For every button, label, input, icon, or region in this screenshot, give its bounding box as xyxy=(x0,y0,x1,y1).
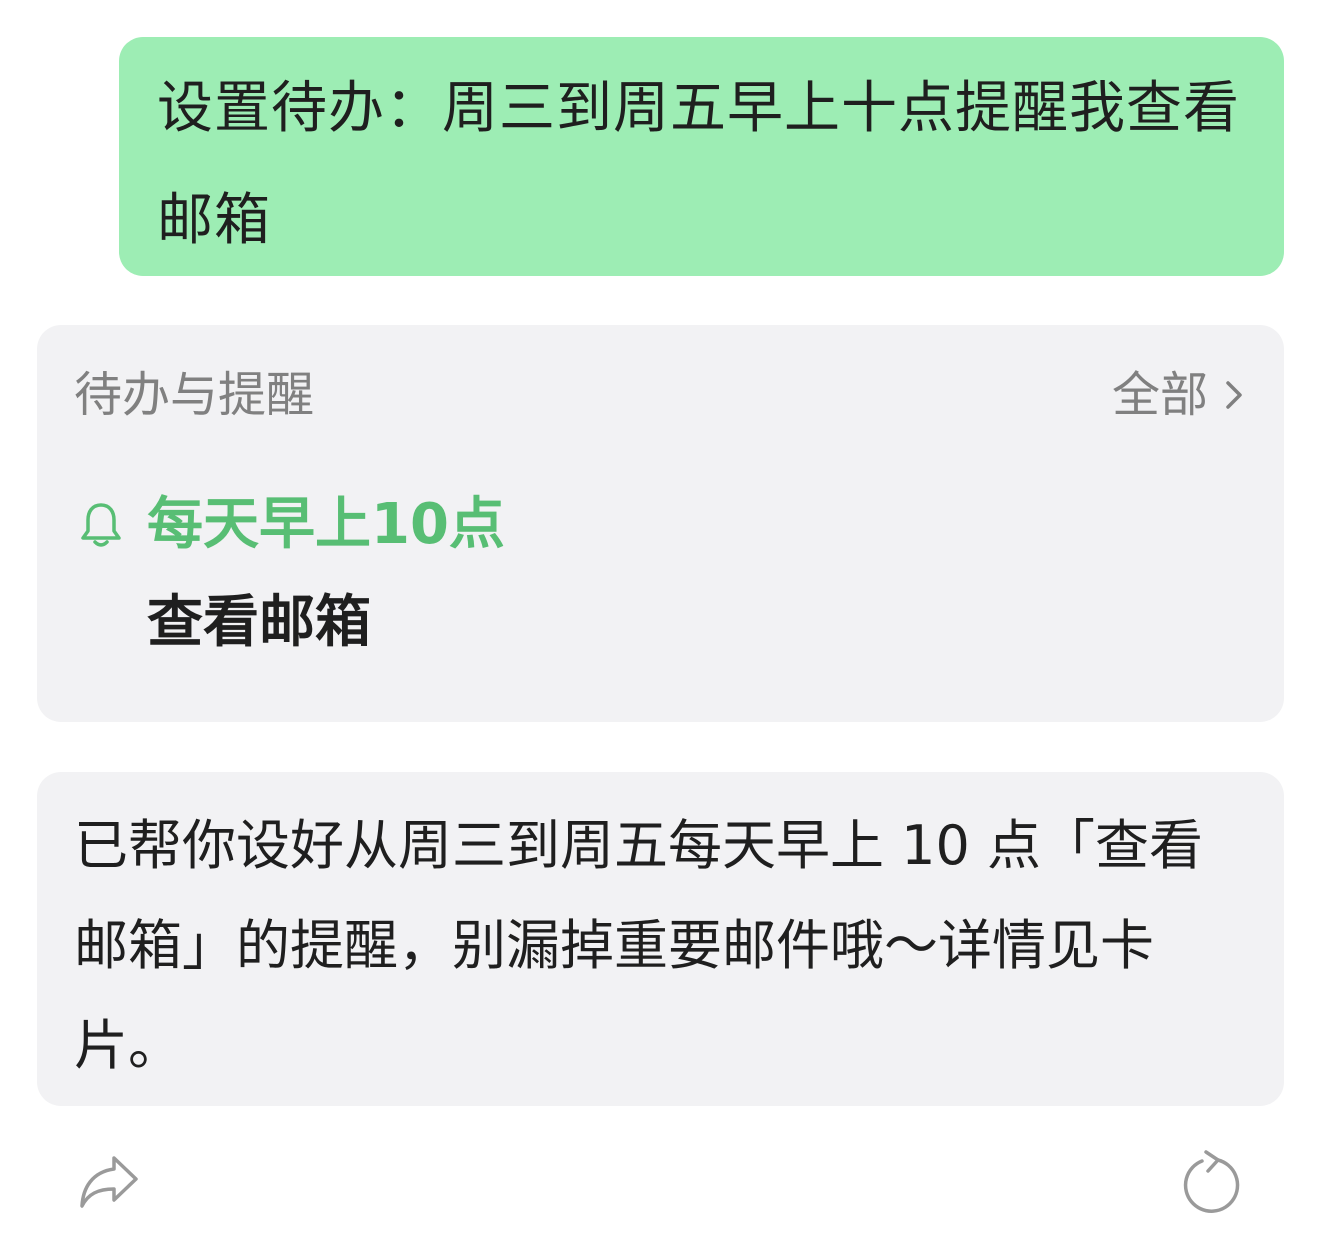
todo-reminder-card[interactable]: 待办与提醒 全部 每天早上10点 查看邮箱 xyxy=(37,325,1284,722)
view-all-button[interactable]: 全部 xyxy=(1112,365,1246,425)
bell-icon xyxy=(81,503,121,547)
reminder-task: 查看邮箱 xyxy=(147,590,371,655)
regenerate-icon[interactable] xyxy=(1180,1148,1242,1214)
view-all-label: 全部 xyxy=(1111,367,1208,423)
share-icon[interactable] xyxy=(78,1152,140,1210)
reminder-item[interactable]: 每天早上10点 xyxy=(79,490,505,560)
user-message-bubble[interactable]: 设置待办：周三到周五早上十点提醒我查看邮箱 xyxy=(119,37,1284,276)
chevron-right-icon xyxy=(1226,381,1242,409)
assistant-message-text: 已帮你设好从周三到周五每天早上 10 点「查看邮箱」的提醒，别漏掉重要邮件哦～详… xyxy=(74,814,1204,1077)
reminder-time: 每天早上10点 xyxy=(147,492,505,557)
assistant-message-bubble: 已帮你设好从周三到周五每天早上 10 点「查看邮箱」的提醒，别漏掉重要邮件哦～详… xyxy=(37,772,1284,1106)
chat-page: 设置待办：周三到周五早上十点提醒我查看邮箱 待办与提醒 全部 每天早上10点 查… xyxy=(0,0,1320,1241)
card-title: 待办与提醒 xyxy=(74,367,315,423)
user-message-text: 设置待办：周三到周五早上十点提醒我查看邮箱 xyxy=(157,76,1240,253)
